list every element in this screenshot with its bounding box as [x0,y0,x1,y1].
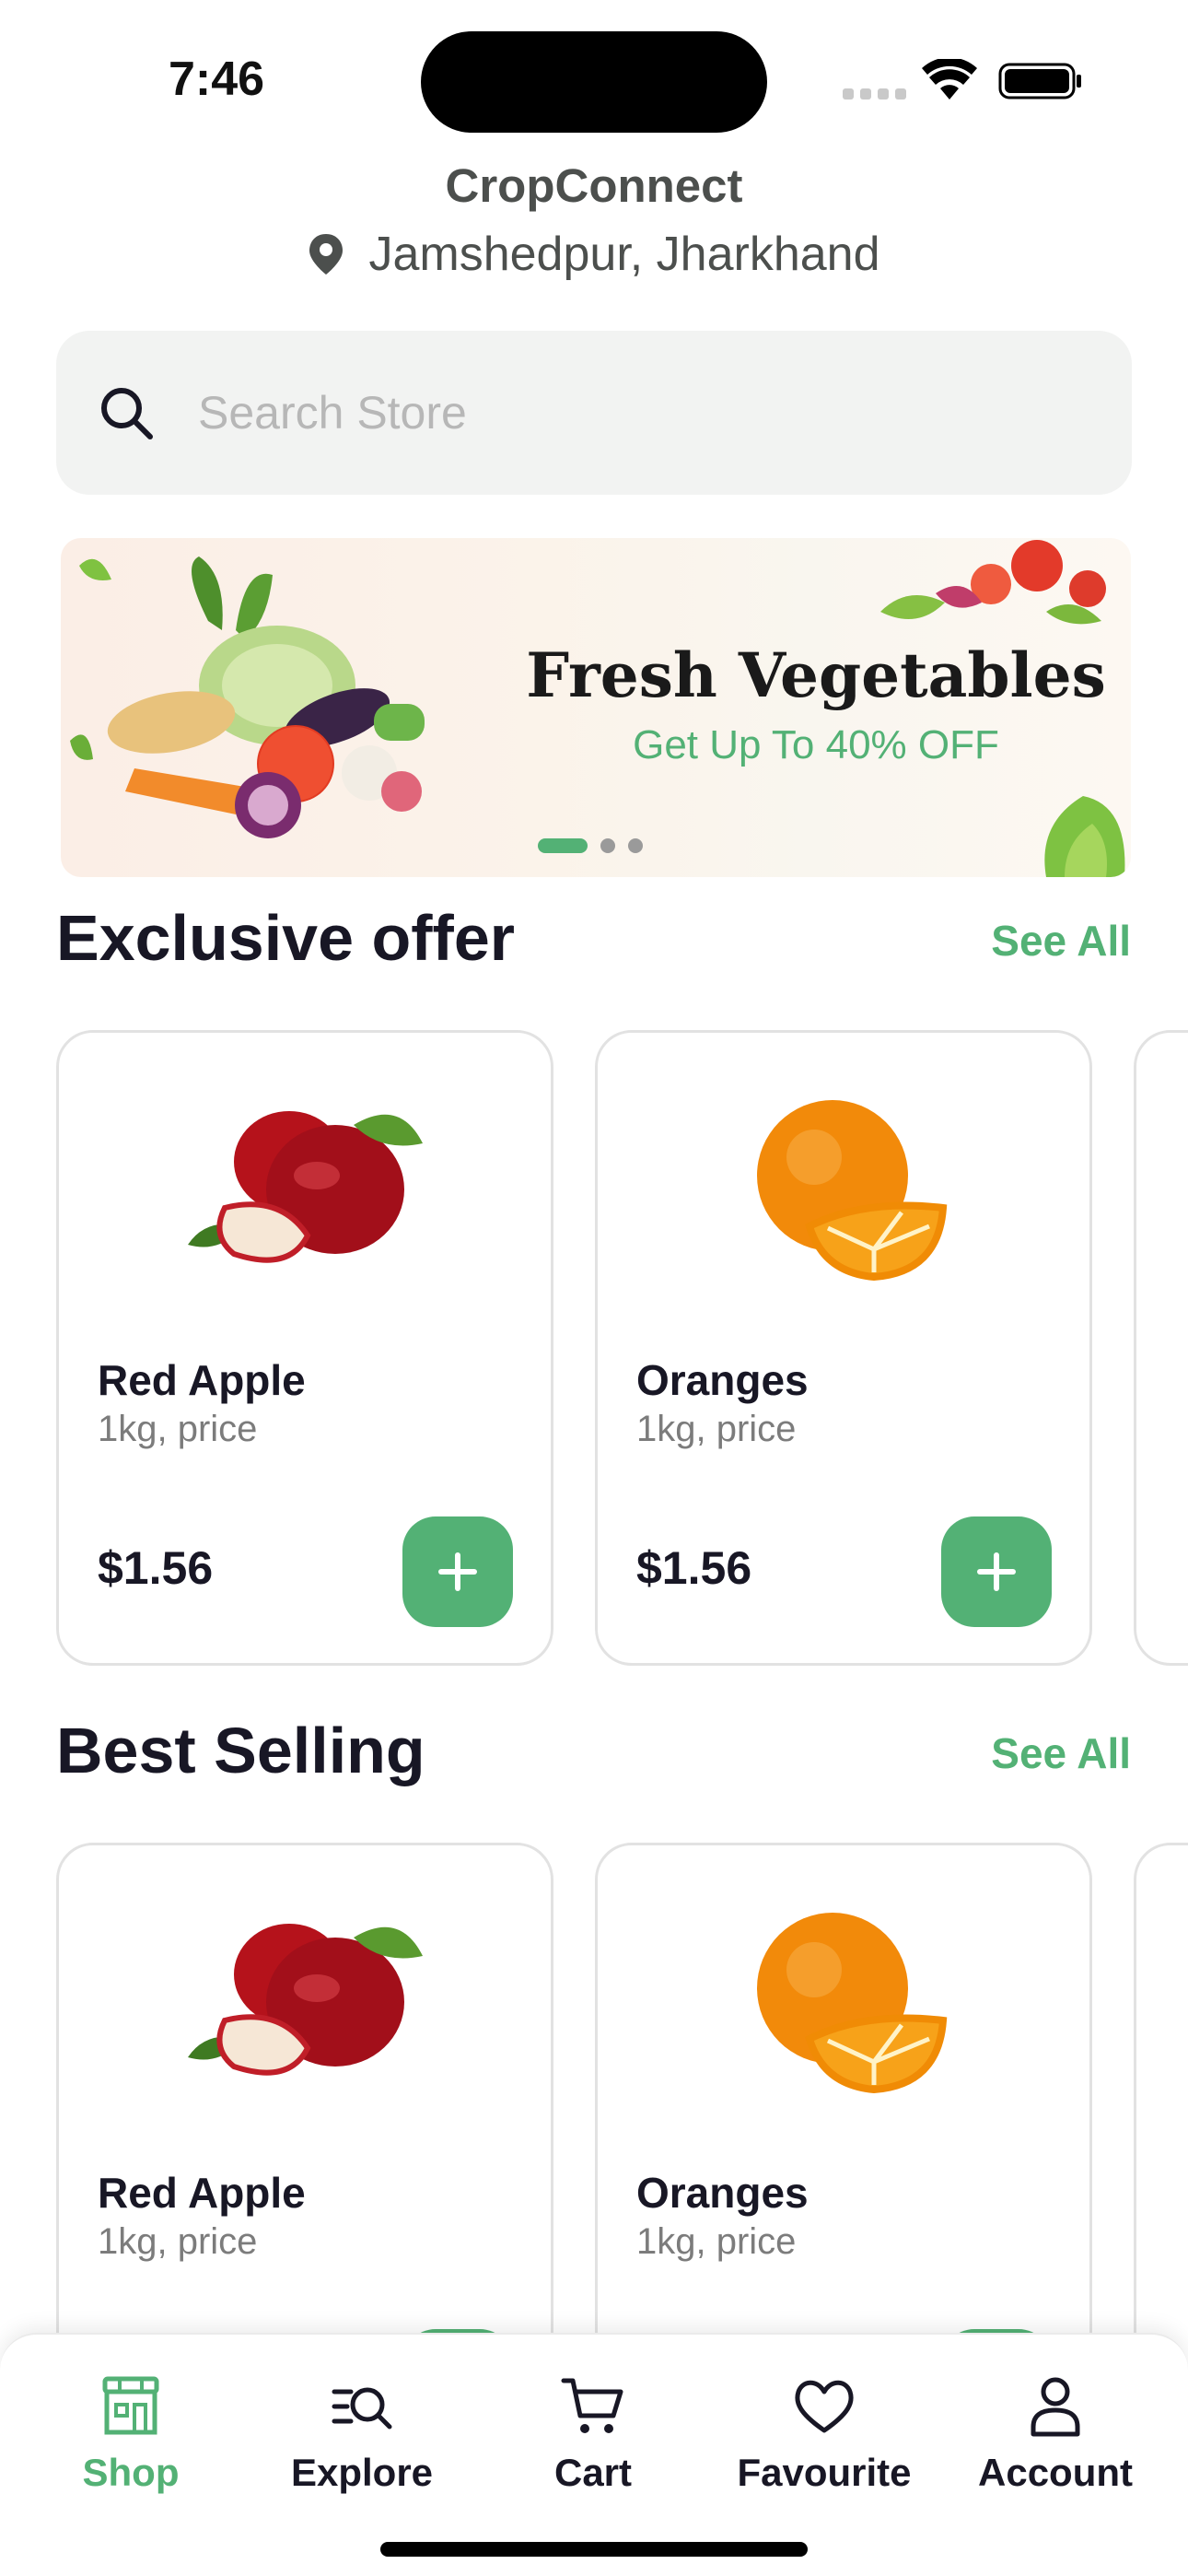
tab-label: Shop [82,2451,180,2494]
product-card[interactable]: Red Apple 1kg, price $1.56 [56,1030,553,1666]
banner-subtitle: Get Up To 40% OFF [633,722,999,767]
pagination-dot[interactable] [628,838,643,853]
search-input[interactable] [198,386,1027,439]
battery-icon [998,63,1081,100]
tab-explore[interactable]: Explore [247,2373,477,2495]
exclusive-offer-carousel[interactable]: Red Apple 1kg, price $1.56 Oranges 1kg, … [0,1030,1188,1675]
tab-favourite[interactable]: Favourite [709,2373,939,2495]
heart-icon [795,2380,854,2433]
location-label: Jamshedpur, Jharkhand [368,228,880,281]
wifi-icon [922,59,977,100]
product-name: Red Apple [98,1356,306,1404]
lettuce-decoration [1044,796,1125,877]
red-apple-image [188,1111,423,1263]
cart-icon [561,2378,623,2433]
banner-pagination[interactable] [538,838,643,853]
tab-label: Account [978,2451,1133,2494]
location-pin-icon [309,234,344,275]
orange-image [757,1913,948,2094]
product-card-partial[interactable] [1134,1030,1188,1666]
search-icon [101,388,153,439]
user-icon [1031,2377,1080,2437]
pagination-dot[interactable] [600,838,615,853]
tab-label: Explore [290,2451,434,2494]
see-all-best-selling-link[interactable]: See All [991,1728,1131,1778]
salad-decoration [880,540,1106,625]
vegetables-illustration [70,556,425,838]
section-title-best-selling: Best Selling [56,1715,425,1786]
product-price: $1.56 [636,1542,752,1594]
product-price: $1.56 [98,1542,214,1594]
add-to-cart-button[interactable] [402,1516,513,1627]
banner-title: Fresh Vegetables [526,639,1106,711]
tab-account[interactable]: Account [940,2373,1171,2495]
bottom-tab-bar: Shop Explore Cart Favourite Account [0,2333,1188,2576]
store-icon [102,2376,159,2435]
location-selector[interactable]: Jamshedpur, Jharkhand [0,227,1188,282]
explore-icon [332,2387,392,2430]
red-apple-image [188,1924,423,2076]
product-unit: 1kg, price [636,1409,797,1449]
section-title-exclusive: Exclusive offer [56,902,515,974]
dynamic-island [421,31,767,133]
add-to-cart-button[interactable] [941,1516,1052,1627]
product-card[interactable]: Oranges 1kg, price $1.56 [595,1030,1092,1666]
tab-label: Favourite [737,2451,912,2494]
product-unit: 1kg, price [636,2221,797,2262]
product-unit: 1kg, price [98,1409,258,1449]
product-name: Oranges [636,2169,809,2217]
orange-image [757,1100,948,1282]
product-unit: 1kg, price [98,2221,258,2262]
tab-label: Cart [553,2451,633,2494]
see-all-exclusive-link[interactable]: See All [991,916,1131,966]
search-bar[interactable] [56,331,1132,495]
plus-icon [977,1552,1016,1591]
plus-icon [438,1552,477,1591]
home-indicator[interactable] [380,2542,808,2557]
status-time: 7:46 [169,53,265,106]
tab-shop[interactable]: Shop [16,2373,246,2495]
product-name: Red Apple [98,2169,306,2217]
tab-cart[interactable]: Cart [478,2373,708,2495]
app-title: CropConnect [445,159,743,212]
product-name: Oranges [636,1356,809,1404]
promo-banner[interactable]: Fresh Vegetables Get Up To 40% OFF [61,538,1131,877]
pagination-dot-active[interactable] [538,838,588,853]
cellular-signal-icon [843,88,907,100]
